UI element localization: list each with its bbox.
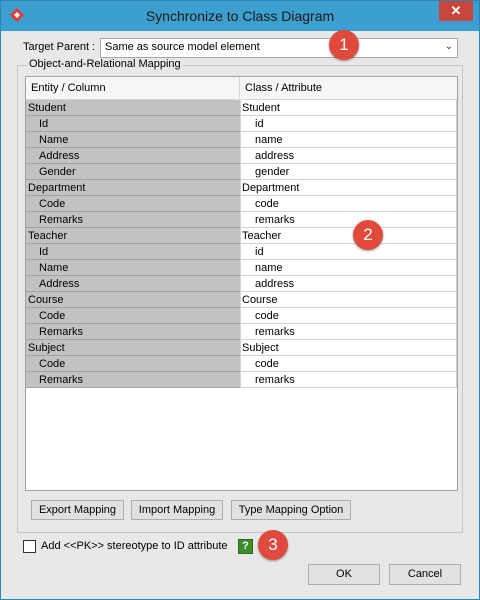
close-button[interactable]: ✕ <box>439 1 473 21</box>
table-row[interactable]: Course Course <box>26 292 457 308</box>
table-row[interactable]: Teacher Teacher <box>26 228 457 244</box>
table-row[interactable]: Remarks remarks <box>26 212 457 228</box>
table-row[interactable]: Remarks remarks <box>26 324 457 340</box>
callout-marker-3: 3 <box>258 530 288 560</box>
mapping-table: Entity / Column Class / Attribute Studen… <box>25 76 458 491</box>
pk-stereotype-label[interactable]: Add <<PK>> stereotype to ID attribute <box>41 540 228 552</box>
entity-cell: Name <box>26 260 240 276</box>
target-parent-label: Target Parent : <box>23 41 96 53</box>
entity-cell: Code <box>26 308 240 324</box>
entity-cell: Id <box>26 116 240 132</box>
table-row[interactable]: Subject Subject <box>26 340 457 356</box>
class-attribute-cell[interactable]: id <box>240 244 457 260</box>
table-row[interactable]: Remarks remarks <box>26 372 457 388</box>
class-attribute-cell[interactable]: Course <box>240 292 457 308</box>
class-attribute-cell[interactable]: name <box>240 260 457 276</box>
column-header-entity[interactable]: Entity / Column <box>26 77 240 99</box>
table-row[interactable]: Id id <box>26 116 457 132</box>
import-mapping-button[interactable]: Import Mapping <box>131 500 223 520</box>
class-attribute-cell[interactable]: Student <box>240 100 457 116</box>
table-header: Entity / Column Class / Attribute <box>26 77 457 100</box>
class-attribute-cell[interactable]: address <box>240 148 457 164</box>
ok-button[interactable]: OK <box>308 564 380 585</box>
class-attribute-cell[interactable]: remarks <box>240 324 457 340</box>
cancel-button[interactable]: Cancel <box>389 564 461 585</box>
class-attribute-cell[interactable]: address <box>240 276 457 292</box>
callout-marker-2: 2 <box>353 220 383 250</box>
type-mapping-option-button[interactable]: Type Mapping Option <box>231 500 351 520</box>
entity-cell: Gender <box>26 164 240 180</box>
entity-cell: Subject <box>26 340 240 356</box>
entity-cell: Department <box>26 180 240 196</box>
class-attribute-cell[interactable]: remarks <box>240 212 457 228</box>
pk-stereotype-checkbox[interactable] <box>23 540 36 553</box>
dialog-window: Synchronize to Class Diagram ✕ Target Pa… <box>0 0 480 600</box>
class-attribute-cell[interactable]: Department <box>240 180 457 196</box>
table-row[interactable]: Gender gender <box>26 164 457 180</box>
table-row[interactable]: Student Student <box>26 100 457 116</box>
entity-cell: Address <box>26 148 240 164</box>
help-icon[interactable]: ? <box>238 539 253 554</box>
entity-cell: Id <box>26 244 240 260</box>
entity-cell: Remarks <box>26 324 240 340</box>
table-row[interactable]: Id id <box>26 244 457 260</box>
entity-cell: Code <box>26 196 240 212</box>
column-header-class[interactable]: Class / Attribute <box>241 77 457 99</box>
entity-cell: Name <box>26 132 240 148</box>
entity-cell: Remarks <box>26 372 240 388</box>
entity-cell: Remarks <box>26 212 240 228</box>
class-attribute-cell[interactable]: Teacher <box>240 228 457 244</box>
entity-cell: Code <box>26 356 240 372</box>
export-mapping-button[interactable]: Export Mapping <box>31 500 124 520</box>
class-attribute-cell[interactable]: name <box>240 132 457 148</box>
entity-cell: Student <box>26 100 240 116</box>
table-row[interactable]: Address address <box>26 276 457 292</box>
table-row[interactable]: Department Department <box>26 180 457 196</box>
table-row[interactable]: Code code <box>26 196 457 212</box>
class-attribute-cell[interactable]: gender <box>240 164 457 180</box>
entity-cell: Course <box>26 292 240 308</box>
entity-cell: Address <box>26 276 240 292</box>
target-parent-value: Same as source model element <box>105 41 260 53</box>
entity-cell: Teacher <box>26 228 240 244</box>
class-attribute-cell[interactable]: code <box>240 308 457 324</box>
table-body: Student Student Id id Name name Address address… <box>26 100 457 388</box>
table-row[interactable]: Code code <box>26 356 457 372</box>
class-attribute-cell[interactable]: code <box>240 196 457 212</box>
table-row[interactable]: Code code <box>26 308 457 324</box>
callout-marker-1: 1 <box>329 30 359 60</box>
class-attribute-cell[interactable]: Subject <box>240 340 457 356</box>
chevron-down-icon: ⌄ <box>444 41 453 52</box>
table-row[interactable]: Address address <box>26 148 457 164</box>
window-title: Synchronize to Class Diagram <box>145 8 335 24</box>
class-attribute-cell[interactable]: code <box>240 356 457 372</box>
title-bar: Synchronize to Class Diagram ✕ <box>1 1 479 31</box>
class-attribute-cell[interactable]: remarks <box>240 372 457 388</box>
mapping-group-title: Object-and-Relational Mapping <box>27 58 183 70</box>
table-row[interactable]: Name name <box>26 132 457 148</box>
class-attribute-cell[interactable]: id <box>240 116 457 132</box>
table-row[interactable]: Name name <box>26 260 457 276</box>
target-parent-select[interactable]: Same as source model element ⌄ <box>100 38 458 58</box>
